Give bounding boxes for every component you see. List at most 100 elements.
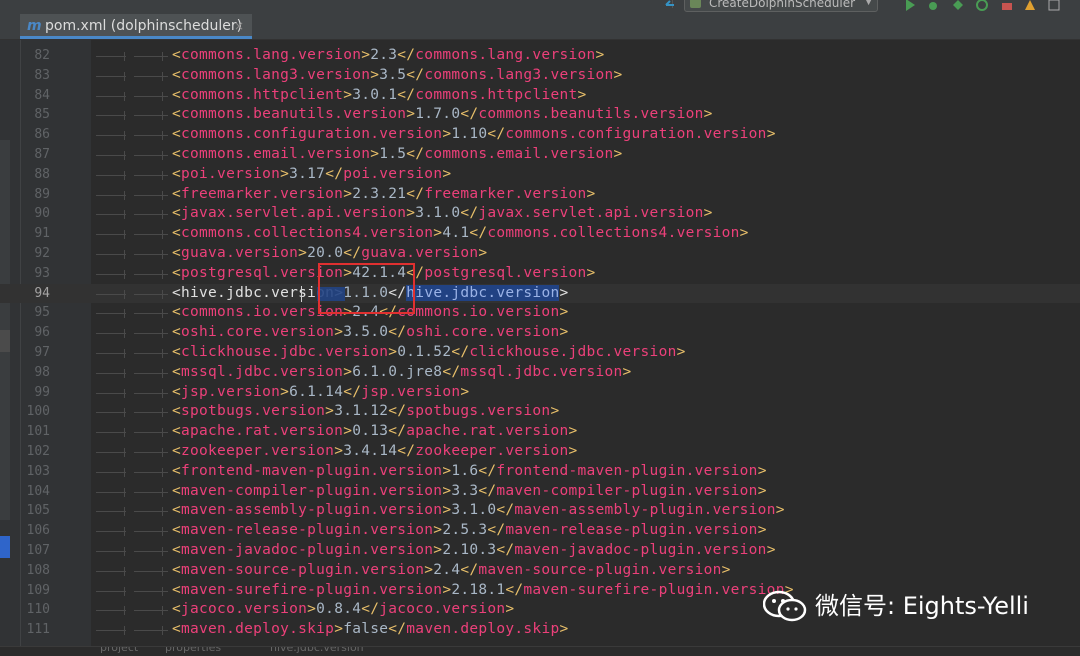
open-tag-name: maven-release-plugin.version — [181, 522, 434, 539]
line-number: 96 — [34, 325, 50, 341]
run-configuration-select[interactable]: CreateDolphinScheduler ▼ — [684, 0, 879, 12]
breadcrumb-item[interactable]: hive.jdbc.version — [270, 647, 364, 654]
code-line[interactable]: 90 <javax.servlet.api.version>3.1.0</java… — [0, 204, 1080, 224]
xml-element: <commons.httpclient>3.0.1</commons.httpc… — [172, 86, 587, 106]
code-line[interactable]: 108 <maven-source-plugin.version>2.4</mav… — [0, 561, 1080, 581]
end-close-bracket: > — [622, 363, 632, 380]
open-tag-name: maven-surefire-plugin.version — [181, 581, 443, 598]
xml-element: <poi.version>3.17</poi.version> — [172, 165, 451, 185]
run-config-icon — [690, 0, 701, 8]
indent-guides — [96, 323, 172, 343]
indent-guides — [96, 402, 172, 422]
end-close-bracket: > — [676, 343, 686, 360]
code-line[interactable]: 82 <commons.lang.version>2.3</commons.lan… — [0, 46, 1080, 66]
back-arrow-icon[interactable] — [664, 0, 676, 8]
code-line[interactable]: 105 <maven-assembly-plugin.version>3.1.0<… — [0, 501, 1080, 521]
element-value: 0.8.4 — [316, 601, 362, 618]
code-line[interactable]: 84 <commons.httpclient>3.0.1</commons.htt… — [0, 86, 1080, 106]
element-value: 1.5 — [379, 145, 407, 162]
xml-element: <jsp.version>6.1.14</jsp.version> — [172, 383, 469, 403]
end-close-bracket: > — [442, 165, 452, 182]
run-icon[interactable] — [904, 0, 916, 11]
indent-guides — [96, 66, 172, 86]
indent-guides — [96, 185, 172, 205]
code-editor[interactable]: 82 <commons.lang.version>2.3</commons.lan… — [0, 46, 1080, 640]
end-close-bracket: > — [460, 383, 470, 400]
xml-element: <maven-surefire-plugin.version>2.18.1</m… — [172, 581, 794, 601]
code-line[interactable]: 87 <commons.email.version>1.5</commons.em… — [0, 145, 1080, 165]
open-tag-name: commons.lang.version — [181, 47, 362, 63]
open-bracket: < — [172, 47, 182, 63]
code-line[interactable]: 102 <zookeeper.version>3.4.14</zookeeper.… — [0, 442, 1080, 462]
close-bracket: > — [433, 541, 443, 558]
code-line[interactable]: 106 <maven-release-plugin.version>2.5.3</… — [0, 521, 1080, 541]
end-open-bracket: </ — [505, 581, 524, 598]
code-line[interactable]: 104 <maven-compiler-plugin.version>3.3</m… — [0, 482, 1080, 502]
close-bracket: > — [280, 383, 290, 400]
close-bracket: > — [334, 621, 344, 638]
open-tag-name: commons.collections4.version — [181, 225, 434, 242]
line-number: 82 — [34, 48, 50, 63]
close-bracket: > — [343, 363, 353, 380]
build-icon[interactable] — [1001, 0, 1013, 10]
xml-element: <javax.servlet.api.version>3.1.0</javax.… — [172, 204, 713, 224]
open-bracket: < — [172, 126, 182, 143]
indent-guides — [96, 86, 172, 106]
end-open-bracket: </ — [406, 185, 425, 202]
breadcrumb-item[interactable]: properties — [165, 647, 221, 654]
open-bracket: < — [172, 561, 182, 578]
code-line[interactable]: 97 <clickhouse.jdbc.version>0.1.52</click… — [0, 343, 1080, 363]
close-tag-name: apache.rat.version — [406, 423, 569, 440]
line-number: 101 — [26, 424, 50, 440]
code-line[interactable]: 92 <guava.version>20.0</guava.version> — [0, 244, 1080, 264]
stop-icon[interactable] — [1024, 0, 1036, 10]
element-value: 6.1.14 — [289, 383, 344, 400]
code-line[interactable]: 88 <poi.version>3.17</poi.version> — [0, 165, 1080, 185]
code-line[interactable]: 89 <freemarker.version>2.3.21</freemarker… — [0, 185, 1080, 205]
code-line[interactable]: 94<hive.jdbc.version>1.1.0</hive.jdbc.ve… — [0, 283, 1080, 304]
breadcrumb-item[interactable]: project — [100, 647, 138, 654]
code-line[interactable]: 99 <jsp.version>6.1.14</jsp.version> — [0, 383, 1080, 403]
profile-icon[interactable] — [976, 0, 988, 11]
close-bracket: > — [442, 502, 452, 519]
end-open-bracket: </ — [460, 561, 479, 578]
indent-guides — [96, 264, 172, 284]
line-number: 104 — [26, 483, 50, 499]
end-close-bracket: > — [568, 442, 578, 459]
close-bracket: > — [433, 522, 443, 539]
code-line[interactable]: 86 <commons.configuration.version>1.10</c… — [0, 125, 1080, 145]
code-line[interactable]: 93 <postgresql.version>42.1.4</postgresql… — [0, 264, 1080, 284]
close-bracket: > — [370, 145, 380, 162]
close-tag-name: maven-surefire-plugin.version — [523, 581, 785, 598]
code-line[interactable]: 95 <commons.io.version>2.4</commons.io.ve… — [0, 303, 1080, 323]
code-line[interactable]: 107 <maven-javadoc-plugin.version>2.10.3<… — [0, 541, 1080, 561]
code-line[interactable]: 98 <mssql.jdbc.version>6.1.0.jre8</mssql.… — [0, 363, 1080, 383]
element-value: false — [343, 621, 389, 638]
end-close-bracket: > — [586, 264, 596, 281]
close-bracket: > — [343, 423, 353, 440]
element-value: 3.1.0 — [415, 205, 461, 222]
code-line[interactable]: 91 <commons.collections4.version>4.1</com… — [0, 224, 1080, 244]
code-line[interactable]: 96 <oshi.core.version>3.5.0</oshi.core.ve… — [0, 323, 1080, 343]
end-open-bracket: </ — [388, 621, 407, 638]
code-line[interactable]: 100 <spotbugs.version>3.1.12</spotbugs.ve… — [0, 402, 1080, 422]
element-value: 20.0 — [307, 244, 344, 261]
tab-pom-xml[interactable]: m pom.xml (dolphinscheduler) × — [20, 14, 252, 39]
indent-guides — [96, 581, 172, 601]
end-close-bracket: > — [757, 462, 767, 479]
code-line[interactable]: 101 <apache.rat.version>0.13</apache.rat.… — [0, 422, 1080, 442]
end-open-bracket: </ — [397, 442, 416, 459]
layout-icon[interactable] — [1048, 0, 1060, 11]
code-line[interactable]: 103 <frontend-maven-plugin.version>1.6</f… — [0, 462, 1080, 482]
close-tag-name: frontend-maven-plugin.version — [496, 462, 758, 479]
close-tag-name: maven-compiler-plugin.version — [496, 482, 758, 499]
close-icon[interactable]: × — [234, 14, 244, 38]
close-tag-name: maven-release-plugin.version — [505, 522, 758, 539]
chevron-down-icon: ▼ — [865, 0, 873, 7]
debug-icon[interactable] — [927, 0, 939, 10]
coverage-icon[interactable] — [952, 0, 964, 10]
code-line[interactable]: 85 <commons.beanutils.version>1.7.0</comm… — [0, 105, 1080, 125]
close-bracket: > — [406, 205, 416, 222]
open-bracket: < — [172, 205, 182, 222]
code-line[interactable]: 83 <commons.lang3.version>3.5</commons.la… — [0, 66, 1080, 86]
